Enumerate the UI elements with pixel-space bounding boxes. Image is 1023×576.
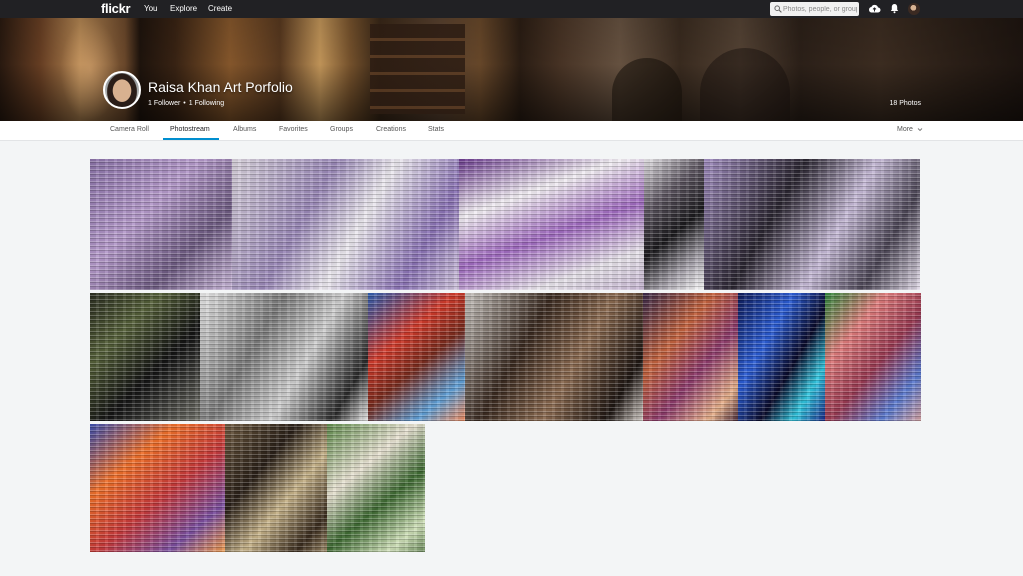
tab-photostream[interactable]: Photostream	[170, 126, 210, 133]
photo-tile[interactable]	[368, 293, 465, 421]
cover-arch	[612, 58, 682, 121]
photo-tile[interactable]	[200, 293, 368, 421]
profile-name: Raisa Khan Art Porfolio	[148, 79, 293, 95]
search-input[interactable]	[783, 3, 857, 15]
global-nav-bar: flickr You Explore Create	[0, 0, 1023, 18]
photo-count: 18 Photos	[889, 100, 921, 107]
nav-explore-link[interactable]: Explore	[170, 4, 197, 13]
flickr-logo[interactable]: flickr	[101, 1, 131, 16]
tab-albums[interactable]: Albums	[233, 126, 256, 133]
profile-avatar[interactable]	[103, 71, 141, 109]
following-link[interactable]: 1 Following	[189, 100, 224, 107]
tab-camera-roll[interactable]: Camera Roll	[110, 126, 149, 133]
tab-favorites[interactable]: Favorites	[279, 126, 308, 133]
nav-create-link[interactable]: Create	[208, 4, 232, 13]
more-menu-button[interactable]: More	[897, 126, 923, 133]
chevron-down-icon	[917, 127, 923, 131]
followers-link[interactable]: 1 Follower	[148, 100, 180, 107]
photo-tile[interactable]	[327, 424, 425, 552]
photo-tile[interactable]	[459, 159, 644, 290]
photo-tile[interactable]	[465, 293, 643, 421]
photo-tile[interactable]	[90, 159, 232, 290]
tab-stats[interactable]: Stats	[428, 126, 444, 133]
cover-bookshelf	[370, 24, 465, 114]
photo-tile[interactable]	[644, 159, 704, 290]
photo-tile[interactable]	[90, 424, 225, 552]
search-icon	[774, 5, 782, 13]
profile-subnav: Camera Roll Photostream Albums Favorites…	[0, 121, 1023, 141]
photo-tile[interactable]	[825, 293, 921, 421]
photo-tile[interactable]	[232, 159, 459, 290]
nav-you-link[interactable]: You	[144, 4, 158, 13]
search-box[interactable]	[770, 2, 859, 16]
notifications-bell-icon[interactable]	[890, 3, 899, 14]
tab-creations[interactable]: Creations	[376, 126, 406, 133]
cover-arch	[700, 48, 790, 121]
upload-cloud-icon[interactable]	[868, 3, 881, 14]
photo-tile[interactable]	[704, 159, 920, 290]
photo-tile[interactable]	[738, 293, 825, 421]
profile-follow-stats: 1 Follower • 1 Following	[148, 100, 224, 107]
more-label: More	[897, 126, 913, 133]
photo-tile[interactable]	[90, 293, 200, 421]
photo-tile[interactable]	[643, 293, 738, 421]
photo-tile[interactable]	[225, 424, 327, 552]
tab-groups[interactable]: Groups	[330, 126, 353, 133]
user-avatar[interactable]	[908, 3, 920, 15]
active-tab-indicator	[163, 138, 219, 140]
stats-separator: •	[183, 100, 186, 107]
